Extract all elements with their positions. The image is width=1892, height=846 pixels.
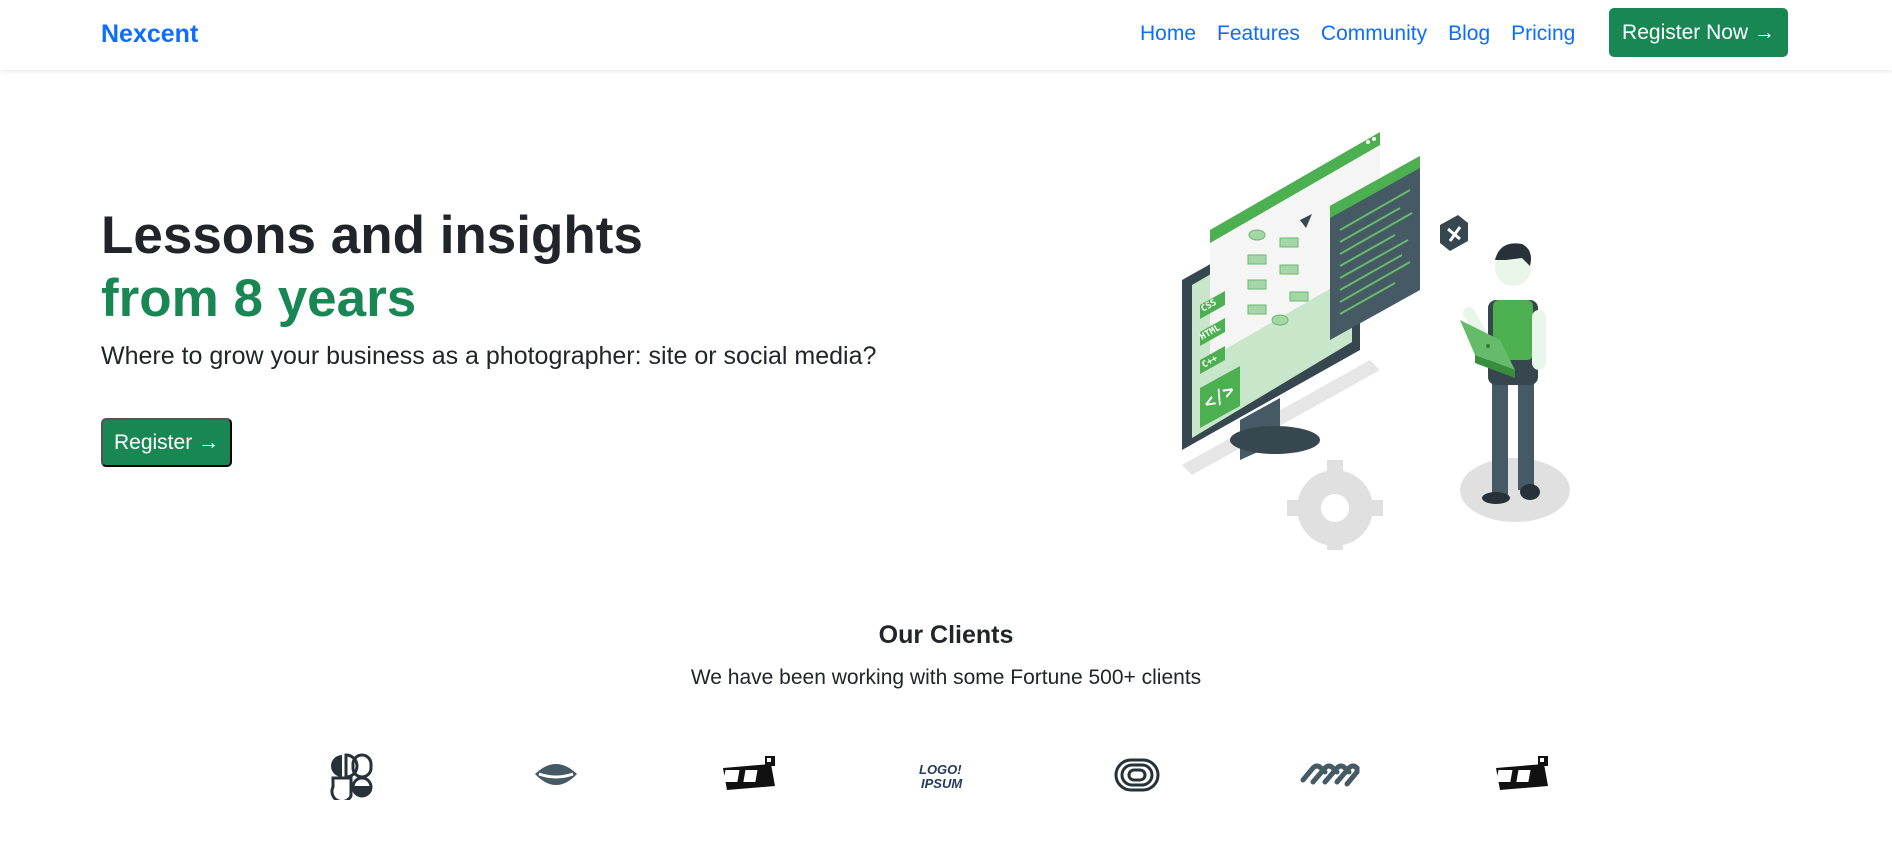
brand-logo[interactable]: Nexcent <box>101 20 198 49</box>
nav-link-pricing[interactable]: Pricing <box>1511 22 1575 46</box>
client-logo-box-icon <box>723 756 775 790</box>
client-logo-shapes-icon <box>330 753 373 800</box>
svg-text:IPSUM: IPSUM <box>921 776 963 791</box>
developer-illustration-icon: CSS HTML C++ </> <box>1182 132 1570 550</box>
nav-link-community[interactable]: Community <box>1321 22 1427 46</box>
client-logos: LOGO! IPSUM <box>0 750 1892 800</box>
hero-title-line1: Lessons and insights <box>101 206 643 265</box>
nav-link-blog[interactable]: Blog <box>1448 22 1490 46</box>
close-badge-icon <box>1440 215 1468 251</box>
hero-title-line2: from 8 years <box>101 269 417 328</box>
client-logo-lips-icon <box>535 764 577 785</box>
top-navbar: Nexcent Home Features Community Blog Pri… <box>0 0 1892 70</box>
clients-subtitle: We have been working with some Fortune 5… <box>690 666 1202 689</box>
register-button[interactable]: Register → <box>101 418 232 467</box>
person-icon <box>1460 243 1546 504</box>
svg-text:LOGO!: LOGO! <box>919 762 962 777</box>
client-logo-rings-icon <box>1114 758 1160 792</box>
nav-link-home[interactable]: Home <box>1140 22 1196 46</box>
client-logo-ipsum-icon: LOGO! IPSUM <box>919 762 963 791</box>
clients-title: Our Clients <box>878 621 1014 649</box>
nav-links: Home Features Community Blog Pricing <box>1140 22 1596 46</box>
gear-icon <box>1287 460 1383 550</box>
client-logo-box-icon <box>1496 756 1548 790</box>
nav-link-features[interactable]: Features <box>1217 22 1300 46</box>
hero-subtitle: Where to grow your business as a photogr… <box>101 342 877 370</box>
register-now-button[interactable]: Register Now → <box>1609 8 1788 57</box>
client-logo-chain-icon <box>1300 763 1360 787</box>
